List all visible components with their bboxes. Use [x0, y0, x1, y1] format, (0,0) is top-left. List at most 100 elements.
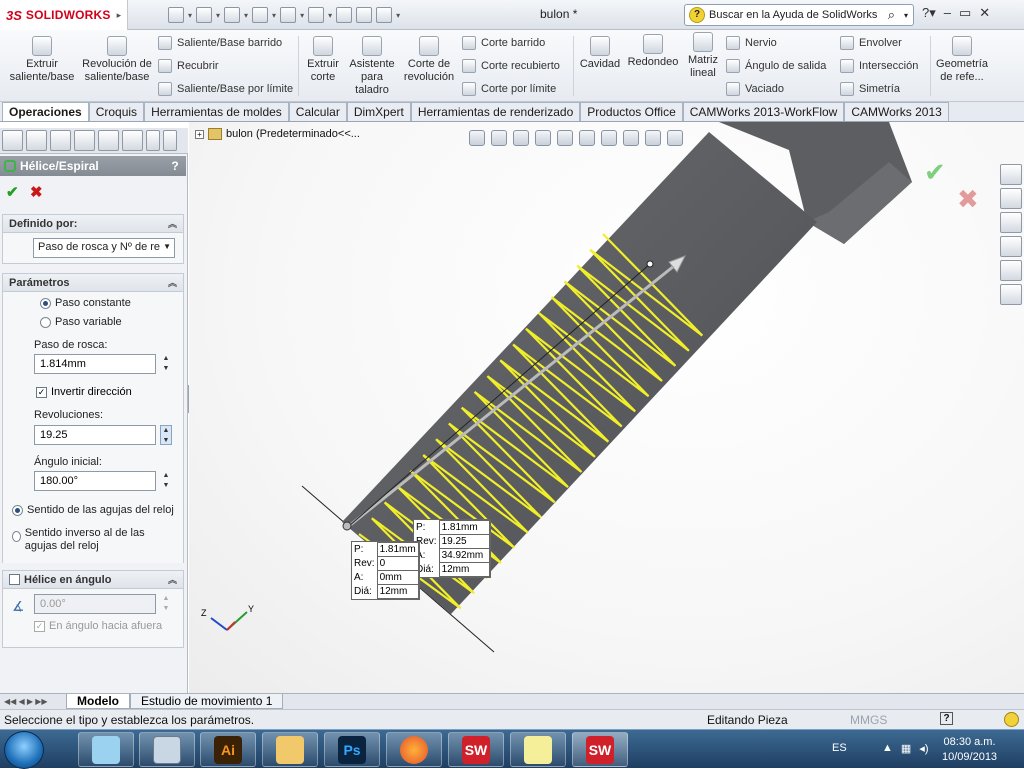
extrude-cut-button[interactable]: Extruir corte	[303, 36, 343, 84]
pm-help-icon[interactable]: ?	[168, 159, 182, 173]
revolutions-input[interactable]: 19.25	[34, 425, 156, 445]
tab-mold-tools[interactable]: Herramientas de moldes	[144, 102, 289, 121]
helix-end-handle[interactable]	[646, 260, 654, 268]
helix-end-callout[interactable]: P: 1.81mm Rev: 19.25 A: 34.92mm Diá: 12mm	[413, 519, 491, 578]
start-button[interactable]	[4, 731, 44, 769]
parameters-title[interactable]: Parámetros ︽	[3, 274, 183, 292]
rib-button[interactable]: Nervio	[726, 36, 777, 50]
display-manager-icon[interactable]	[98, 130, 119, 151]
callout-height-value[interactable]: 34.92mm	[438, 548, 490, 563]
solidworks-logo[interactable]: 3S SOLIDWORKS ▸	[0, 0, 128, 30]
minimize-icon[interactable]: –	[944, 5, 951, 21]
mirror-button[interactable]: Simetría	[840, 82, 900, 96]
confirm-cancel-icon[interactable]: ✖	[957, 184, 979, 215]
variable-pitch-radio[interactable]: Paso variable	[40, 316, 122, 328]
tab-office-products[interactable]: Productos Office	[580, 102, 683, 121]
network-icon[interactable]: ▦	[901, 742, 911, 755]
taskbar-photoshop-app[interactable]: Ps	[324, 732, 380, 767]
search-icon[interactable]: ⌕	[888, 7, 895, 23]
loft-button[interactable]: Recubrir	[158, 59, 219, 73]
tab-calcular[interactable]: Calcular	[288, 102, 347, 121]
show-hidden-icon[interactable]: ▲	[882, 742, 893, 755]
taskbar-sticky-notes-app[interactable]	[510, 732, 566, 767]
swept-cut-button[interactable]: Corte barrido	[462, 36, 545, 50]
start-angle-input[interactable]: 180.00°	[34, 471, 156, 491]
callout-diameter-value[interactable]: 12mm	[438, 562, 490, 577]
tab-model[interactable]: Modelo	[66, 694, 130, 709]
taskbar-explorer-app[interactable]	[262, 732, 318, 767]
close-icon[interactable]: ✕	[979, 5, 990, 21]
callout-rev-value[interactable]: 19.25	[438, 534, 490, 549]
clockwise-radio[interactable]: Sentido de las agujas del reloj	[12, 504, 174, 516]
feature-manager-icon[interactable]	[2, 130, 23, 151]
taper-angle-spinner[interactable]: ▲ ▼	[160, 594, 172, 614]
dimxpert-manager-icon[interactable]	[74, 130, 95, 151]
scroll-right-icon[interactable]	[163, 130, 177, 151]
helix-start-callout[interactable]: P: 1.81mm Rev: 0 A: 0mm Diá: 12mm	[351, 541, 420, 600]
restore-icon[interactable]: ▭	[959, 5, 971, 21]
bolt-model-view[interactable]: Z Y	[189, 122, 1024, 694]
draft-button[interactable]: Ángulo de salida	[726, 59, 826, 73]
resources-icon[interactable]	[1000, 164, 1022, 185]
volume-icon[interactable]: ◂)	[919, 742, 928, 755]
hole-wizard-button[interactable]: Asistente para taladro	[347, 36, 397, 97]
taskbar-illustrator-app[interactable]: Ai	[200, 732, 256, 767]
revolve-boss-button[interactable]: Revolución de saliente/base	[82, 36, 152, 84]
constant-pitch-radio[interactable]: Paso constante	[40, 297, 131, 309]
callout-height-value[interactable]: 0mm	[376, 570, 419, 585]
start-angle-spinner[interactable]: ▲ ▼	[160, 471, 172, 491]
lofted-cut-button[interactable]: Corte recubierto	[462, 59, 560, 73]
tab-camworks[interactable]: CAMWorks 2013	[844, 102, 949, 121]
callout-pitch-value[interactable]: 1.81mm	[376, 542, 419, 557]
helix-start-handle[interactable]	[342, 521, 352, 531]
units-indicator[interactable]: MMGS	[850, 713, 887, 727]
shell-button[interactable]: Vaciado	[726, 82, 784, 96]
callout-pitch-value[interactable]: 1.81mm	[438, 520, 490, 535]
counterclockwise-radio[interactable]: Sentido inverso al de las agujas del rel…	[12, 527, 172, 553]
file-explorer-icon[interactable]	[1000, 212, 1022, 233]
chevron-down-icon[interactable]: ▾	[899, 11, 913, 20]
cam-manager-icon[interactable]	[122, 130, 143, 151]
rebuild-status-icon[interactable]	[1004, 712, 1019, 727]
pitch-input[interactable]: 1.814mm	[34, 354, 156, 374]
boundary-cut-button[interactable]: Corte por límite	[462, 82, 556, 96]
tab-operaciones[interactable]: Operaciones	[2, 102, 89, 121]
tab-dimxpert[interactable]: DimXpert	[346, 102, 411, 121]
custom-properties-icon[interactable]	[1000, 284, 1022, 305]
defined-by-title[interactable]: Definido por: ︽	[3, 215, 183, 233]
pitch-spinner[interactable]: ▲ ▼	[160, 354, 172, 374]
tab-croquis[interactable]: Croquis	[88, 102, 145, 121]
extrude-boss-button[interactable]: Extruir saliente/base	[6, 36, 78, 84]
file-properties-icon[interactable]	[356, 7, 373, 23]
revolve-cut-button[interactable]: Corte de revolución	[402, 36, 456, 84]
taper-checkbox[interactable]	[9, 574, 20, 585]
open-icon[interactable]	[196, 7, 213, 23]
reverse-direction-checkbox[interactable]: ✓ Invertir dirección	[36, 386, 132, 398]
confirm-check-icon[interactable]: ✔	[924, 157, 946, 188]
taper-helix-title[interactable]: Hélice en ángulo ︽	[3, 571, 183, 589]
cancel-x-icon[interactable]: ✖	[30, 183, 43, 201]
options-icon[interactable]	[376, 7, 393, 23]
property-manager-icon[interactable]	[26, 130, 47, 151]
callout-diameter-value[interactable]: 12mm	[376, 584, 419, 599]
tab-render-tools[interactable]: Herramientas de renderizado	[410, 102, 581, 121]
cavity-button[interactable]: Cavidad	[578, 36, 622, 71]
taper-angle-input[interactable]: 0.00°	[34, 594, 156, 614]
taskbar-calculator-app[interactable]	[139, 732, 195, 767]
taskbar-firefox-app[interactable]	[386, 732, 442, 767]
appearances-icon[interactable]	[1000, 260, 1022, 281]
wrap-button[interactable]: Envolver	[840, 36, 902, 50]
tab-navigation-arrows[interactable]: ◀◀ ◀ ▶ ▶▶	[0, 695, 66, 709]
graphics-area[interactable]: + bulon (Predeterminado<<... Z Y ✔ ✖ P: …	[189, 122, 1024, 694]
reference-geometry-button[interactable]: Geometría de refe...	[934, 36, 990, 84]
taper-outward-checkbox[interactable]: ✓ En ángulo hacia afuera	[34, 620, 162, 632]
select-icon[interactable]	[308, 7, 325, 23]
language-indicator[interactable]: ES	[832, 742, 847, 754]
quick-tips-icon[interactable]: ?	[940, 712, 953, 725]
scroll-left-icon[interactable]	[146, 130, 160, 151]
linear-pattern-button[interactable]: Matriz lineal	[684, 32, 722, 80]
tab-camworks-workflow[interactable]: CAMWorks 2013-WorkFlow	[682, 102, 845, 121]
boundary-boss-button[interactable]: Saliente/Base por límite	[158, 82, 293, 96]
clock[interactable]: 08:30 a.m. 10/09/2013	[942, 735, 997, 765]
design-library-icon[interactable]	[1000, 188, 1022, 209]
